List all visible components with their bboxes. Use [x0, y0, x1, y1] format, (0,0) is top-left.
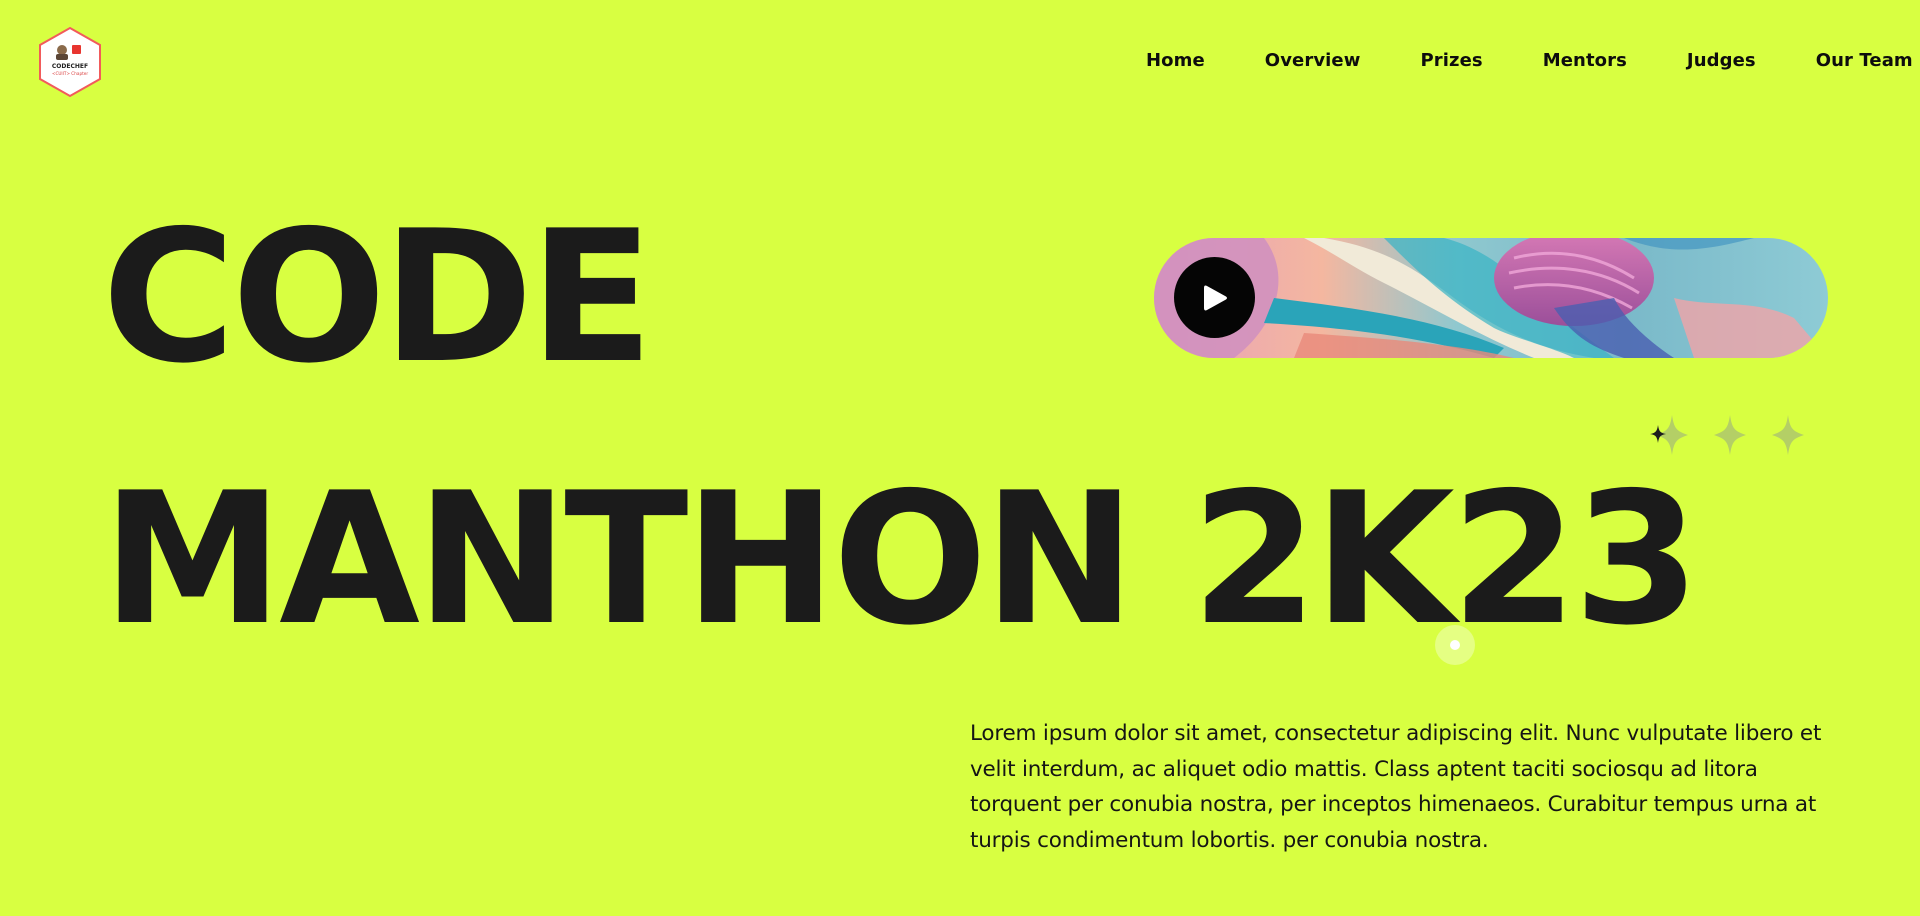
codechef-hexagon-logo-icon: CODECHEF <CUIIT> Chapter	[39, 26, 101, 98]
sparkle-decoration	[1650, 415, 1804, 455]
logo-subtext: <CUIIT> Chapter	[52, 71, 88, 76]
sparkle-icon-active	[1650, 425, 1666, 443]
abstract-art-image	[1154, 238, 1828, 358]
sparkle-icon	[1714, 415, 1746, 455]
nav-judges[interactable]: Judges	[1687, 50, 1756, 71]
cursor-follower	[1435, 625, 1475, 665]
video-banner[interactable]	[1154, 238, 1828, 358]
codechef-logo[interactable]: CODECHEF <CUIIT> Chapter	[38, 26, 102, 98]
nav-home[interactable]: Home	[1146, 50, 1205, 71]
hero-title-line-2: MANTHON 2K23	[102, 453, 1700, 665]
play-icon	[1203, 285, 1227, 310]
sparkle-icon	[1772, 415, 1804, 455]
nav-overview[interactable]: Overview	[1265, 50, 1361, 71]
hero-title-line-1: CODE	[102, 191, 654, 403]
play-button[interactable]	[1174, 257, 1255, 338]
nav-our-team[interactable]: Our Team	[1816, 50, 1913, 71]
nav-mentors[interactable]: Mentors	[1543, 50, 1627, 71]
logo-text: CODECHEF	[52, 63, 88, 70]
nav-prizes[interactable]: Prizes	[1420, 50, 1482, 71]
main-nav: Home Overview Prizes Mentors Judges Our …	[1146, 50, 1913, 71]
hero-description: Lorem ipsum dolor sit amet, consectetur …	[970, 721, 1822, 853]
